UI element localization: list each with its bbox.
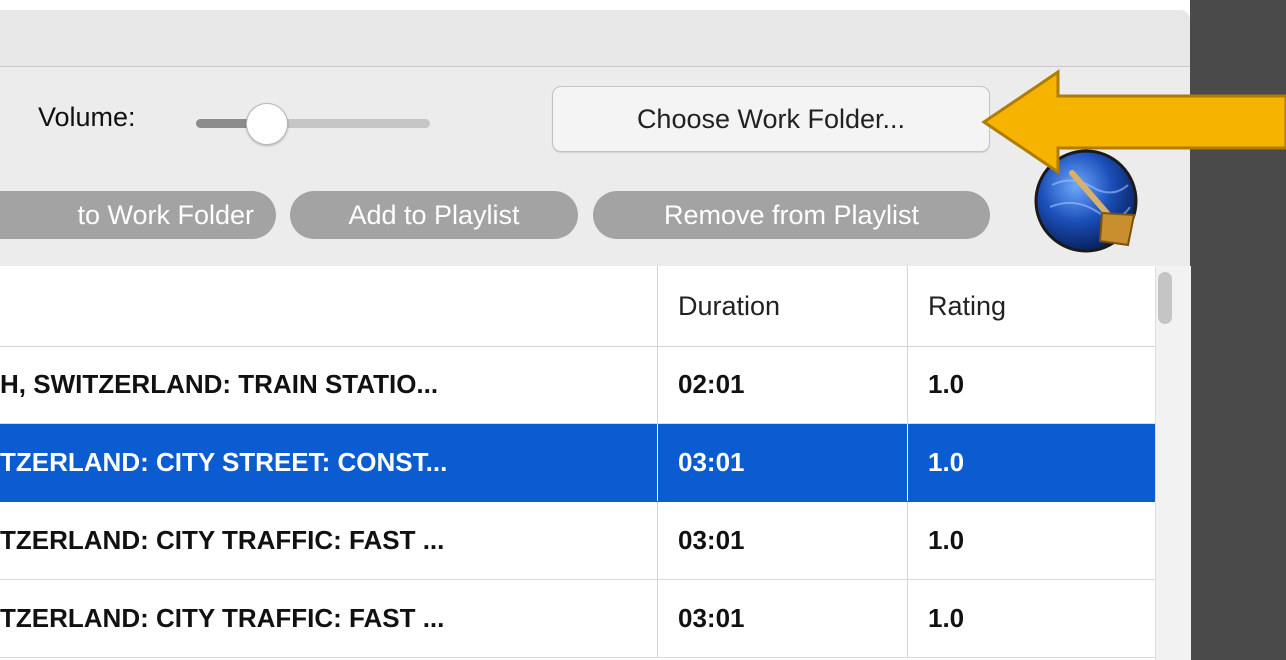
- choose-work-folder-button[interactable]: Choose Work Folder...: [552, 86, 990, 152]
- table-row[interactable]: TZERLAND: CITY TRAFFIC: FAST ... 03:01 1…: [0, 502, 1155, 580]
- pointer-arrow-icon: [981, 69, 1286, 175]
- track-name-cell: H, SWITZERLAND: TRAIN STATIO...: [0, 369, 439, 399]
- duration-cell: 03:01: [657, 580, 907, 657]
- track-name-cell: TZERLAND: CITY TRAFFIC: FAST ...: [0, 525, 445, 555]
- table-header: Duration Rating: [0, 266, 1155, 347]
- column-header-name[interactable]: [0, 266, 657, 346]
- column-header-duration[interactable]: Duration: [657, 266, 907, 346]
- scrollbar-thumb[interactable]: [1158, 272, 1172, 324]
- rating-cell: 1.0: [907, 346, 1155, 423]
- track-name-cell: TZERLAND: CITY TRAFFIC: FAST ...: [0, 603, 445, 633]
- playlist-table: Duration Rating H, SWITZERLAND: TRAIN ST…: [0, 266, 1155, 660]
- duration-cell: 03:01: [657, 424, 907, 501]
- add-to-playlist-button[interactable]: Add to Playlist: [290, 191, 578, 239]
- table-row[interactable]: H, SWITZERLAND: TRAIN STATIO... 02:01 1.…: [0, 346, 1155, 424]
- duration-cell: 02:01: [657, 346, 907, 423]
- table-row[interactable]: TZERLAND: CITY STREET: CONST... 03:01 1.…: [0, 424, 1155, 502]
- copy-to-work-folder-button[interactable]: to Work Folder: [0, 191, 276, 239]
- title-bar: [0, 10, 1190, 67]
- remove-from-playlist-button[interactable]: Remove from Playlist: [593, 191, 990, 239]
- volume-label: Volume:: [38, 102, 136, 132]
- column-header-rating[interactable]: Rating: [907, 266, 1155, 346]
- track-name-cell: TZERLAND: CITY STREET: CONST...: [0, 447, 448, 477]
- rating-cell: 1.0: [907, 424, 1155, 501]
- volume-slider-thumb[interactable]: [246, 103, 288, 145]
- volume-slider[interactable]: [196, 119, 430, 128]
- duration-cell: 03:01: [657, 502, 907, 579]
- table-row[interactable]: TZERLAND: CITY TRAFFIC: FAST ... 03:01 1…: [0, 580, 1155, 658]
- table-scrollbar[interactable]: [1155, 266, 1191, 660]
- rating-cell: 1.0: [907, 580, 1155, 657]
- rating-cell: 1.0: [907, 502, 1155, 579]
